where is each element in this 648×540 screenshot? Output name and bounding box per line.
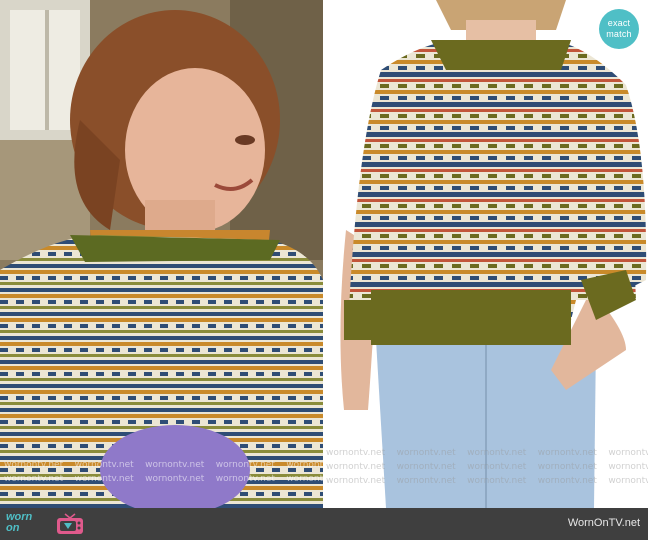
watermark-text: wornontv.net	[467, 462, 527, 472]
watermark-text: wornontv.net	[537, 462, 597, 472]
exact-match-badge: exact match	[599, 9, 639, 49]
watermark-text: wornontv.net	[326, 448, 386, 458]
logo-text: worn on	[6, 512, 32, 534]
wornontv-logo[interactable]: worn on	[6, 511, 86, 537]
watermark-text: wornontv.net	[286, 474, 323, 484]
watermark-text: wornontv.net	[215, 460, 275, 470]
watermark-text: wornontv.net	[215, 474, 275, 484]
watermark-text: wornontv.net	[608, 448, 648, 458]
tv-still-photo: wornontv.net wornontv.net wornontv.net w…	[0, 0, 323, 508]
tv-icon	[57, 513, 83, 534]
logo-line-2: on	[6, 522, 20, 534]
site-name: WornOnTV.net	[567, 517, 640, 529]
watermark-text: wornontv.net	[396, 476, 456, 486]
watermark-text: wornontv.net	[326, 476, 386, 486]
footer-bar: worn on WornOnTV.net	[0, 508, 648, 540]
watermark-text: wornontv.net	[608, 476, 648, 486]
badge-line-2: match	[606, 29, 632, 39]
watermark-text: wornontv.net	[145, 460, 205, 470]
watermark-text: wornontv.net	[537, 476, 597, 486]
watermark-row-left-1: wornontv.net wornontv.net wornontv.net w…	[4, 460, 323, 470]
watermark-row-right-1: wornontv.net wornontv.net wornontv.net w…	[326, 448, 648, 458]
watermark-row-left-2: wornontv.net wornontv.net wornontv.net w…	[4, 474, 323, 484]
watermark-row-right-3: wornontv.net wornontv.net wornontv.net w…	[326, 476, 648, 486]
watermark-text: wornontv.net	[74, 474, 134, 484]
watermark-text: wornontv.net	[537, 448, 597, 458]
watermark-text: wornontv.net	[286, 460, 323, 470]
watermark-text: wornontv.net	[608, 462, 648, 472]
product-image	[326, 0, 648, 508]
watermark-text: wornontv.net	[396, 448, 456, 458]
watermark-text: wornontv.net	[326, 462, 386, 472]
product-photo: wornontv.net wornontv.net wornontv.net w…	[326, 0, 648, 508]
watermark-text: wornontv.net	[467, 476, 527, 486]
watermark-text: wornontv.net	[4, 474, 64, 484]
watermark-text: wornontv.net	[396, 462, 456, 472]
watermark-row-right-2: wornontv.net wornontv.net wornontv.net w…	[326, 462, 648, 472]
watermark-text: wornontv.net	[145, 474, 205, 484]
watermark-text: wornontv.net	[467, 448, 527, 458]
badge-line-1: exact	[607, 18, 631, 28]
watermark-text: wornontv.net	[74, 460, 134, 470]
tv-still-image	[0, 0, 323, 508]
watermark-text: wornontv.net	[4, 460, 64, 470]
